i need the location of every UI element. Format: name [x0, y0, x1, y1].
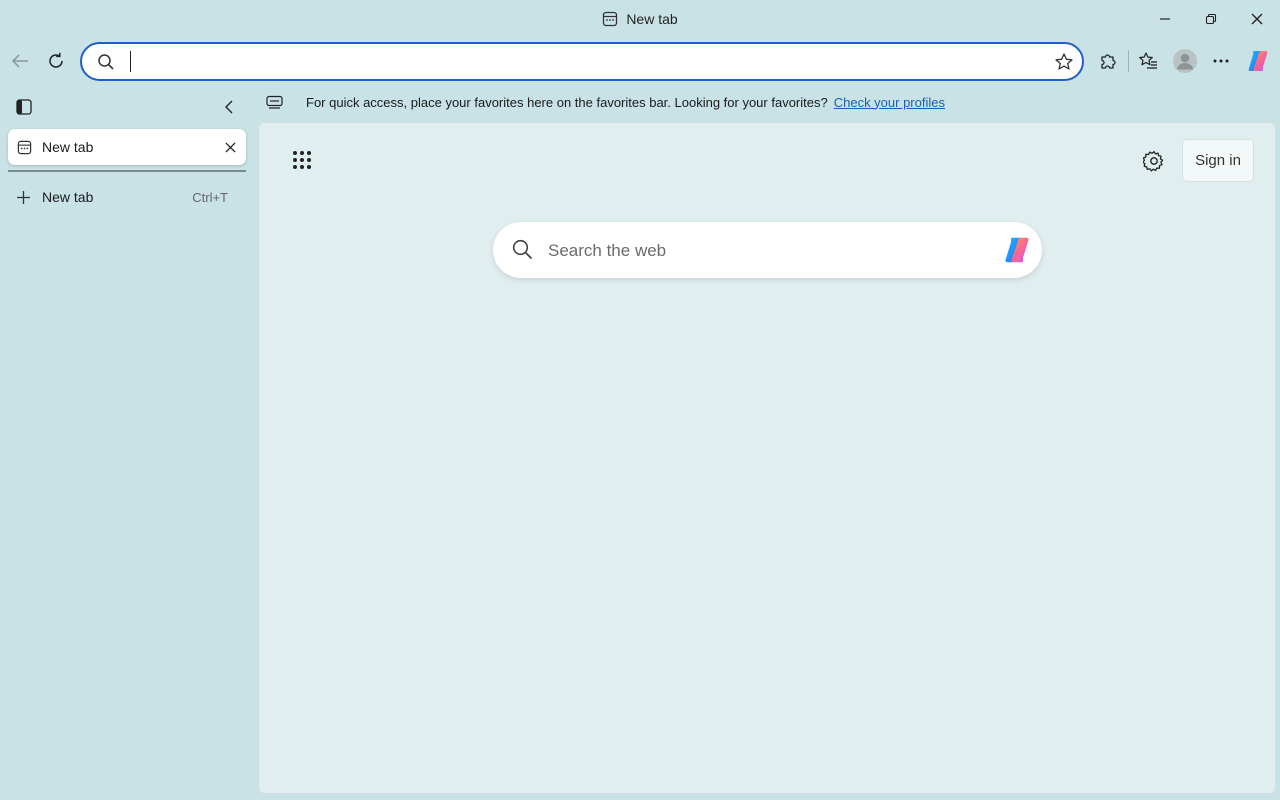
toolbar-divider	[1128, 50, 1129, 72]
close-window-button[interactable]	[1234, 0, 1280, 38]
refresh-icon	[46, 51, 66, 71]
sidebar-tab-new-tab[interactable]: New tab	[8, 129, 246, 165]
search-icon	[97, 53, 115, 71]
tab-page-icon	[602, 11, 618, 27]
new-tab-label: New tab	[42, 189, 94, 205]
profile-button[interactable]	[1168, 44, 1202, 78]
check-profiles-link[interactable]: Check your profiles	[834, 95, 945, 110]
chevron-left-icon	[222, 99, 236, 115]
minimize-icon	[1159, 13, 1171, 25]
copilot-icon[interactable]	[1001, 234, 1033, 266]
address-input[interactable]	[128, 50, 1028, 74]
favorites-list-icon	[1138, 51, 1158, 71]
tab-divider	[8, 170, 246, 172]
puzzle-icon	[1098, 51, 1118, 71]
avatar	[1172, 48, 1198, 74]
text-caret	[130, 51, 131, 72]
favorites-bar: For quick access, place your favorites h…	[258, 90, 1280, 114]
favorite-star-icon[interactable]	[1054, 52, 1074, 72]
minimize-button[interactable]	[1142, 0, 1188, 38]
copilot-button[interactable]	[1241, 44, 1275, 78]
address-bar[interactable]	[80, 42, 1084, 81]
sign-in-button[interactable]: Sign in	[1182, 139, 1254, 182]
favorites-bar-message: For quick access, place your favorites h…	[306, 94, 828, 110]
tab-label: New tab	[42, 139, 94, 155]
tab-actions-icon	[15, 98, 33, 116]
new-tab-button[interactable]: New tab Ctrl+T	[8, 183, 246, 211]
window-title: New tab	[0, 0, 1280, 38]
tab-actions-button[interactable]	[7, 90, 41, 124]
more-dots-icon	[1212, 58, 1230, 64]
app-grid-icon	[292, 150, 312, 170]
refresh-button[interactable]	[39, 44, 73, 78]
gear-icon	[1143, 150, 1165, 172]
copilot-icon	[1245, 48, 1271, 74]
favorites-button[interactable]	[1131, 44, 1165, 78]
new-tab-shortcut: Ctrl+T	[192, 189, 228, 205]
settings-more-button[interactable]	[1204, 44, 1238, 78]
restore-icon	[1205, 13, 1217, 25]
back-arrow-icon	[10, 51, 30, 71]
close-icon	[1251, 13, 1263, 25]
extensions-button[interactable]	[1091, 44, 1125, 78]
close-tab-button[interactable]	[225, 141, 236, 153]
app-launcher-button[interactable]	[285, 143, 319, 177]
web-search-box[interactable]	[493, 222, 1042, 278]
page-settings-button[interactable]	[1137, 144, 1171, 178]
restore-button[interactable]	[1188, 0, 1234, 38]
search-icon	[512, 239, 533, 260]
collapse-sidebar-button[interactable]	[212, 90, 246, 124]
title-bar: New tab	[0, 0, 1280, 38]
tab-page-icon	[17, 140, 32, 155]
window-title-text: New tab	[626, 11, 678, 27]
favorites-bar-icon	[266, 95, 283, 109]
back-button[interactable]	[3, 44, 37, 78]
plus-icon	[16, 190, 31, 205]
close-icon	[225, 141, 236, 153]
web-search-input[interactable]	[548, 238, 968, 264]
